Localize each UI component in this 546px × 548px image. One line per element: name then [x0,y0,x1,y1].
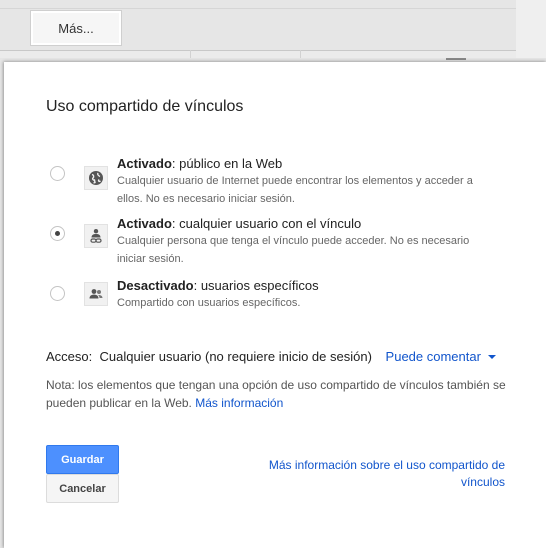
option-public-web-heading: Activado: público en la Web [117,156,283,171]
save-button[interactable]: Guardar [46,445,119,474]
option-anyone-with-link-description: Cualquier persona que tenga el vínculo p… [117,235,470,265]
person-link-icon [84,224,108,248]
access-row: Acceso: Cualquier usuario (no requiere i… [46,349,496,364]
background-divider [190,50,191,58]
dialog-title: Uso compartido de vínculos [46,98,244,115]
permission-dropdown[interactable]: Puede comentar [386,349,496,364]
background-divider [300,50,301,58]
chevron-down-icon [487,355,496,359]
access-label: Acceso: [46,349,93,364]
radio-public-web[interactable] [50,166,65,181]
option-specific-people-heading: Desactivado: usuarios específicos [117,278,319,293]
link-sharing-help-link[interactable]: Más información sobre el uso compartido … [240,457,505,491]
background-scroll-area [516,0,546,58]
people-icon [84,282,108,306]
access-value: Cualquier usuario (no requiere inicio de… [99,349,372,364]
more-button[interactable]: Más... [30,10,122,46]
radio-specific-people[interactable] [50,286,65,301]
cancel-button[interactable]: Cancelar [46,474,119,503]
more-info-link[interactable]: Más información [195,396,283,410]
option-public-web-description: Cualquier usuario de Internet puede enco… [117,175,473,205]
radio-anyone-with-link[interactable] [50,226,65,241]
permission-dropdown-label: Puede comentar [385,349,481,364]
option-anyone-with-link-heading: Activado: cualquier usuario con el víncu… [117,216,362,231]
option-specific-people-description: Compartido con usuarios específicos. [117,297,301,309]
background-marker [446,58,466,60]
globe-icon [84,166,108,190]
note-text: Nota: los elementos que tengan una opció… [46,376,516,412]
link-sharing-dialog: Uso compartido de vínculos Activado: púb… [4,62,546,548]
background-toolbar: Más... [0,0,546,60]
background-divider [0,8,516,9]
